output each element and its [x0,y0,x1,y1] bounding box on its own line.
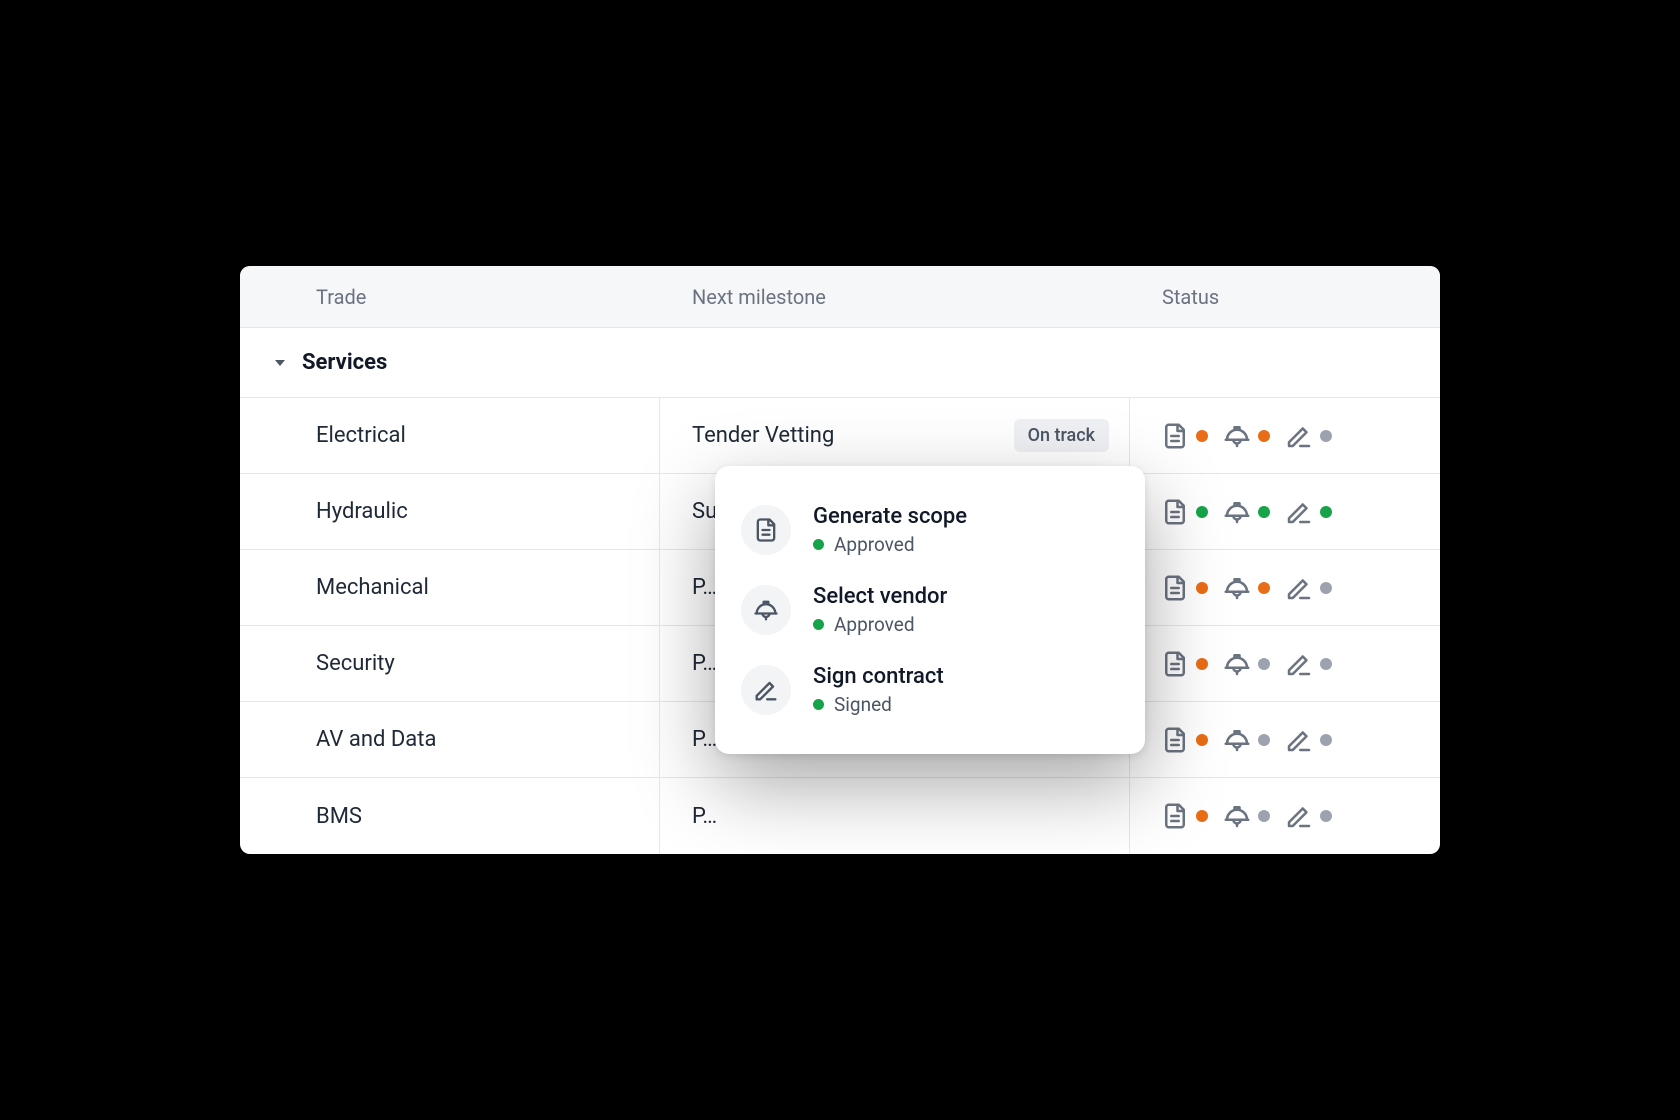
milestone-text: P… [692,804,717,829]
milestone-text: P… [692,727,717,752]
milestone-text: Tender Vetting [692,423,834,448]
popover-item[interactable]: Select vendor Approved [741,570,1119,650]
trade-name: Security [316,651,395,676]
document-icon [1160,801,1190,831]
status-scope[interactable] [1160,421,1208,451]
status-dot [1320,430,1332,442]
hardhat-icon [1222,725,1252,755]
popover-item-status: Approved [813,613,947,636]
status-dot [1258,430,1270,442]
status-vendor[interactable] [1222,725,1270,755]
column-header-milestone: Next milestone [692,285,826,309]
status-sign[interactable] [1284,421,1332,451]
status-dot [1320,582,1332,594]
hardhat-icon [1222,801,1252,831]
status-popover: Generate scope Approved Select vendor Appro… [715,466,1145,754]
document-icon [1160,497,1190,527]
popover-item[interactable]: Generate scope Approved [741,490,1119,570]
status-sign[interactable] [1284,649,1332,679]
status-scope[interactable] [1160,497,1208,527]
trade-name: BMS [316,804,362,829]
status-dot [1258,734,1270,746]
hardhat-icon [1222,421,1252,451]
document-icon [1160,421,1190,451]
group-row-services[interactable]: Services [240,328,1440,398]
trade-name: AV and Data [316,727,436,752]
status-vendor[interactable] [1222,649,1270,679]
status-sign[interactable] [1284,801,1332,831]
status-vendor[interactable] [1222,573,1270,603]
status-sign[interactable] [1284,573,1332,603]
caret-down-icon [274,357,286,369]
status-dot [1258,658,1270,670]
milestone-text: P… [692,651,717,676]
status-dot [1196,582,1208,594]
group-name: Services [302,350,387,375]
status-dot [1320,734,1332,746]
popover-item[interactable]: Sign contract Signed [741,650,1119,730]
pen-icon [1284,497,1314,527]
status-dot [1258,582,1270,594]
popover-item-title: Sign contract [813,664,944,689]
status-scope[interactable] [1160,649,1208,679]
hardhat-icon [1222,649,1252,679]
popover-item-status: Approved [813,533,967,556]
document-icon [741,505,791,555]
milestone-text: P… [692,575,717,600]
status-dot [1196,734,1208,746]
status-dot [1320,658,1332,670]
popover-item-title: Generate scope [813,504,967,529]
trade-name: Mechanical [316,575,429,600]
status-scope[interactable] [1160,801,1208,831]
status-dot [1196,506,1208,518]
hardhat-icon [741,585,791,635]
status-dot [1196,810,1208,822]
pen-icon [1284,421,1314,451]
pen-icon [1284,725,1314,755]
status-vendor[interactable] [1222,421,1270,451]
status-sign[interactable] [1284,497,1332,527]
status-dot [813,619,824,630]
status-dot [1196,658,1208,670]
status-dot [813,699,824,710]
document-icon [1160,573,1190,603]
status-dot [813,539,824,550]
status-dot [1258,506,1270,518]
trades-panel: Trade Next milestone Status Services Ele… [240,266,1440,854]
column-header-trade: Trade [316,285,366,309]
pen-icon [1284,801,1314,831]
popover-item-title: Select vendor [813,584,947,609]
pen-icon [741,665,791,715]
document-icon [1160,725,1190,755]
table-row[interactable]: BMS P… [240,778,1440,854]
status-dot [1196,430,1208,442]
status-dot [1258,810,1270,822]
popover-item-status: Signed [813,693,944,716]
status-dot [1320,506,1332,518]
milestone-badge: On track [1014,419,1109,452]
status-scope[interactable] [1160,725,1208,755]
status-vendor[interactable] [1222,497,1270,527]
hardhat-icon [1222,497,1252,527]
table-row[interactable]: Electrical Tender Vetting On track [240,398,1440,474]
pen-icon [1284,573,1314,603]
status-sign[interactable] [1284,725,1332,755]
column-header-status: Status [1162,285,1219,309]
status-scope[interactable] [1160,573,1208,603]
hardhat-icon [1222,573,1252,603]
table-header: Trade Next milestone Status [240,266,1440,328]
status-dot [1320,810,1332,822]
document-icon [1160,649,1190,679]
status-vendor[interactable] [1222,801,1270,831]
pen-icon [1284,649,1314,679]
trade-name: Hydraulic [316,499,408,524]
trade-name: Electrical [316,423,406,448]
